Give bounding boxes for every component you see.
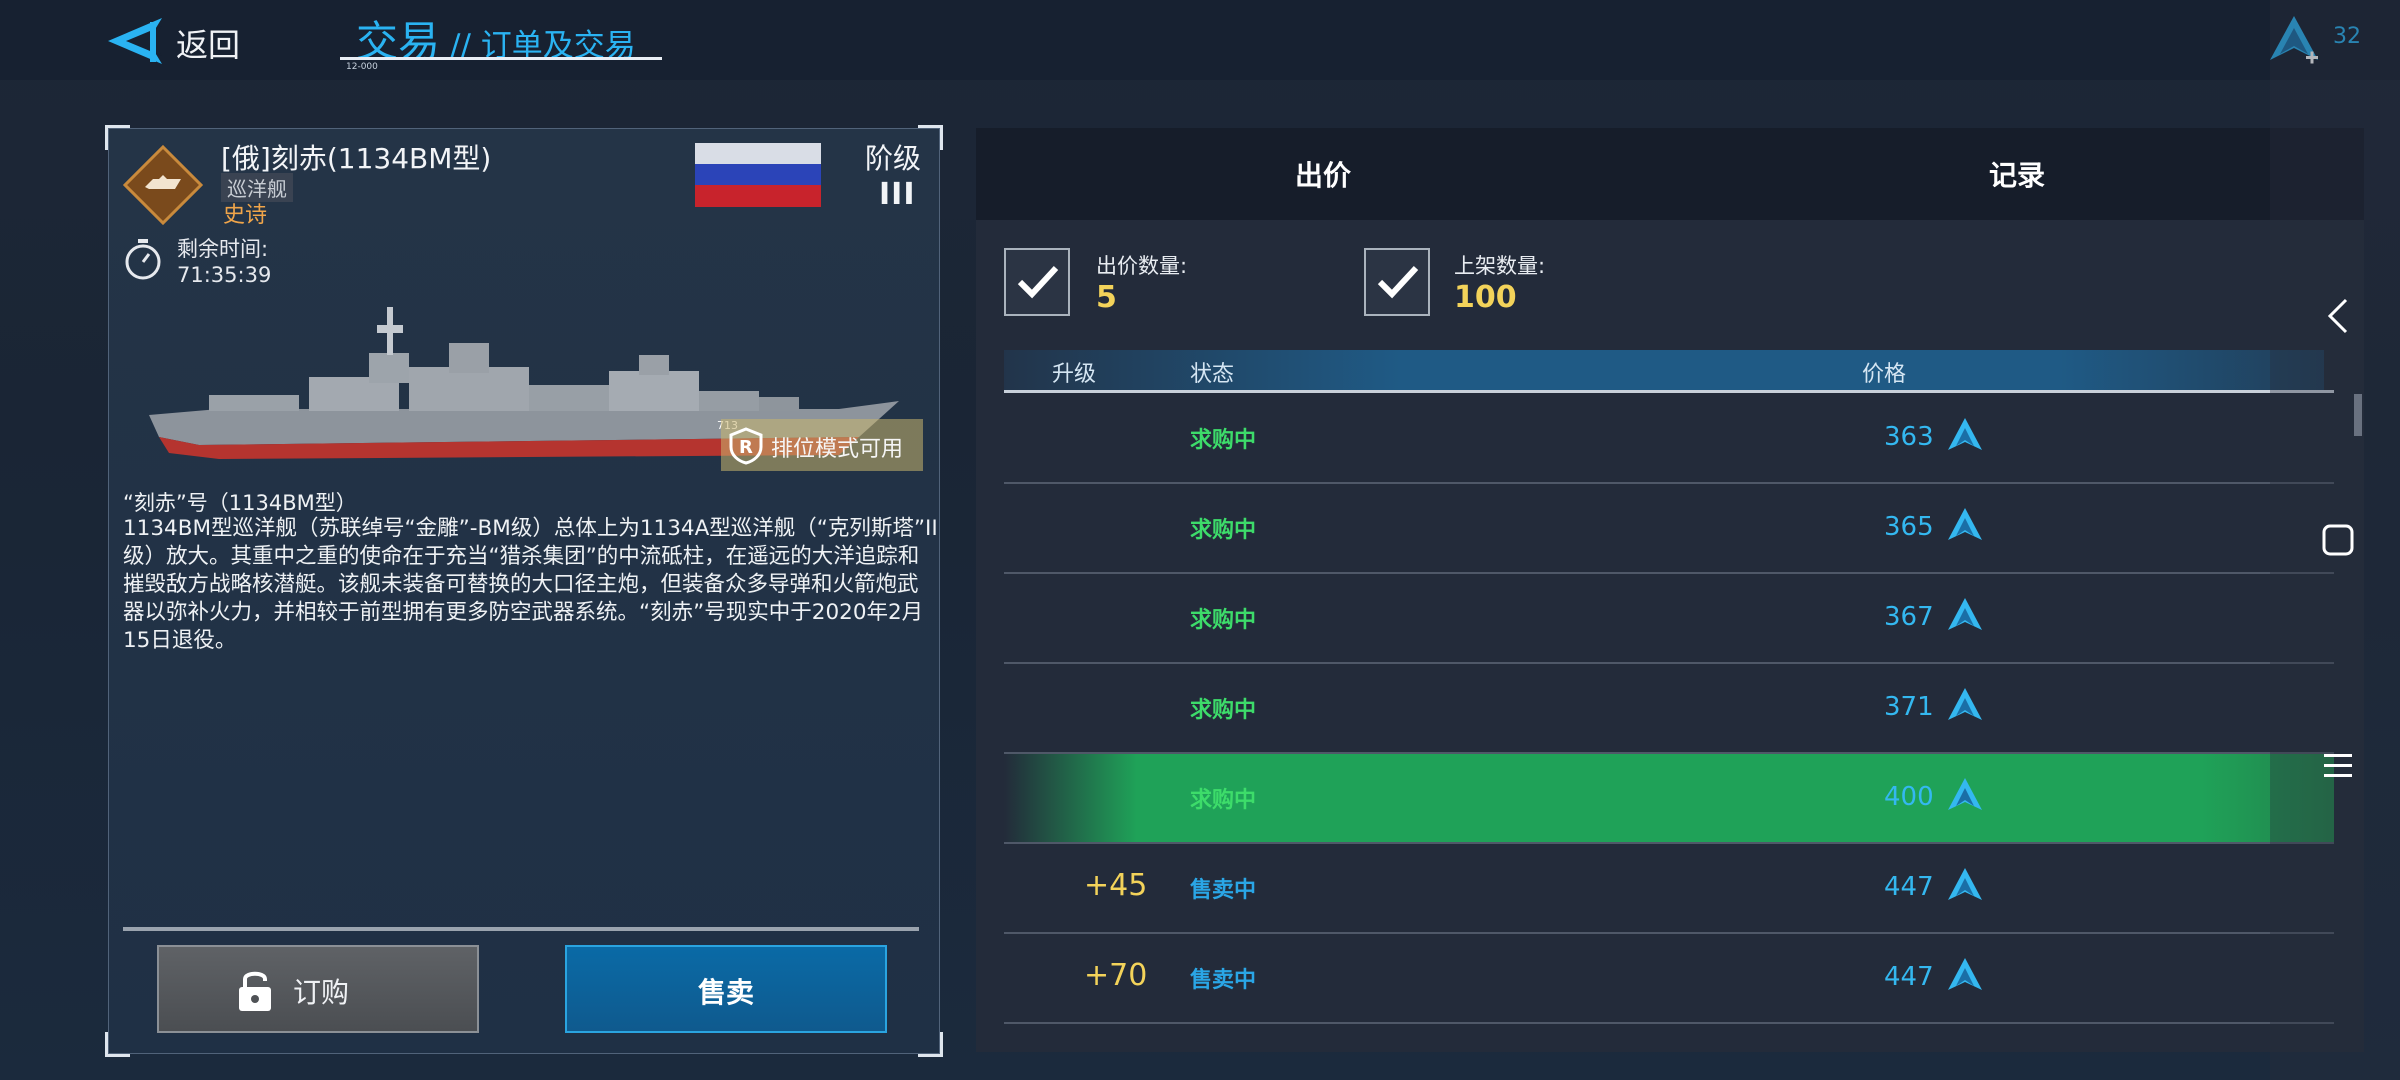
- row-status: 求购中: [1190, 428, 1257, 453]
- time-remaining-value: 71:35:39: [177, 263, 272, 287]
- tier-value: III: [879, 177, 916, 212]
- divider: [123, 927, 919, 931]
- title-caption: 12-000: [346, 62, 378, 72]
- table-row[interactable]: +70 售卖中 447: [1004, 934, 2334, 1024]
- market-panel: 出价 记录 出价数量: 5 上架数量: 100 升级 状态 价格 求购中 363…: [976, 128, 2364, 1052]
- row-price: 447: [1884, 962, 1934, 992]
- cruiser-class-icon: [123, 145, 203, 225]
- row-upgrade: +70: [1084, 958, 1148, 993]
- row-status: 求购中: [1190, 608, 1257, 633]
- stopwatch-icon: [125, 239, 161, 280]
- time-remaining-label: 剩余时间:: [177, 237, 269, 261]
- table-header: 升级 状态 价格: [1004, 350, 2324, 390]
- row-status: 售卖中: [1190, 968, 1257, 993]
- ship-description: 1134BM型巡洋舰（苏联绰号“金雕”-BM级）总体上为1134A型巡洋舰（“克…: [123, 516, 938, 653]
- header-price: 价格: [1862, 362, 1907, 387]
- header-divider: [1004, 390, 2334, 393]
- bid-count-checkbox[interactable]: [1004, 248, 1070, 316]
- corner-decoration: [918, 1032, 943, 1057]
- tab-bid[interactable]: 出价: [976, 128, 1670, 220]
- tab-record[interactable]: 记录: [1670, 128, 2364, 220]
- tab-bid-label: 出价: [1294, 159, 1351, 192]
- tier-label: 阶级: [865, 142, 922, 175]
- table-row-selected[interactable]: 求购中 400: [1004, 754, 2334, 844]
- checkmark-icon: [1017, 265, 1059, 299]
- currency-icon: [1948, 778, 1982, 810]
- row-status: 售卖中: [1190, 878, 1257, 903]
- lock-icon: [239, 971, 271, 1011]
- market-tabs: 出价 记录: [976, 128, 2364, 220]
- back-label[interactable]: 返回: [176, 20, 240, 66]
- listing-count-checkbox[interactable]: [1364, 248, 1430, 316]
- checkmark-icon: [1377, 265, 1419, 299]
- currency-icon: [1948, 868, 1982, 900]
- currency-icon: [1948, 508, 1982, 540]
- row-status: 求购中: [1190, 788, 1257, 813]
- order-label: 订购: [293, 976, 350, 1009]
- listing-count-label: 上架数量:: [1454, 254, 1546, 278]
- row-price: 363: [1884, 422, 1934, 452]
- table-row[interactable]: 求购中 371: [1004, 664, 2334, 754]
- row-upgrade: +45: [1084, 868, 1148, 903]
- table-row[interactable]: 求购中 363: [1004, 394, 2334, 484]
- sell-button[interactable]: 售卖: [565, 945, 887, 1033]
- order-button[interactable]: 订购: [157, 945, 479, 1033]
- currency-icon: [1948, 958, 1982, 990]
- ranked-mode-tag: R 排位模式可用: [721, 419, 923, 471]
- back-arrow-icon[interactable]: [104, 14, 166, 68]
- header-upgrade: 升级: [1052, 362, 1097, 387]
- ranked-shield-icon: R: [729, 427, 763, 465]
- ship-name: [俄]刻赤(1134BM型): [221, 142, 492, 175]
- row-price: 365: [1884, 512, 1934, 542]
- russia-flag-icon: [695, 143, 821, 207]
- nav-menu-icon[interactable]: [2318, 748, 2358, 784]
- nav-back-icon[interactable]: [2320, 296, 2356, 336]
- corner-decoration: [105, 1032, 130, 1057]
- row-status: 求购中: [1190, 698, 1257, 723]
- table-row[interactable]: 求购中 365: [1004, 484, 2334, 574]
- row-price: 367: [1884, 602, 1934, 632]
- currency-icon: [1948, 418, 1982, 450]
- svg-text:R: R: [739, 437, 753, 458]
- row-price: 371: [1884, 692, 1934, 722]
- ranked-mode-label: 排位模式可用: [771, 437, 904, 462]
- row-status: 求购中: [1190, 518, 1257, 543]
- tab-record-label: 记录: [1988, 159, 2045, 192]
- description-title: “刻赤”号（1134BM型）: [123, 491, 357, 515]
- sell-label: 售卖: [697, 976, 754, 1009]
- corner-decoration: [918, 125, 943, 150]
- table-row[interactable]: +45 售卖中 447: [1004, 844, 2334, 934]
- table-row[interactable]: 求购中 367: [1004, 574, 2334, 664]
- currency-icon: [1948, 598, 1982, 630]
- header-status: 状态: [1190, 362, 1235, 387]
- bid-count-label: 出价数量:: [1096, 254, 1188, 278]
- currency-icon: [1948, 688, 1982, 720]
- row-price: 447: [1884, 872, 1934, 902]
- title-underline: [340, 57, 662, 60]
- ship-detail-panel: [俄]刻赤(1134BM型) 巡洋舰 史诗 阶级 III 剩余时间: 71:35…: [105, 125, 943, 1057]
- listing-count-value: 100: [1454, 280, 1517, 315]
- ship-rarity: 史诗: [223, 203, 268, 228]
- nav-home-icon[interactable]: [2320, 522, 2356, 558]
- row-price: 400: [1884, 782, 1934, 812]
- bid-count-value: 5: [1096, 280, 1117, 315]
